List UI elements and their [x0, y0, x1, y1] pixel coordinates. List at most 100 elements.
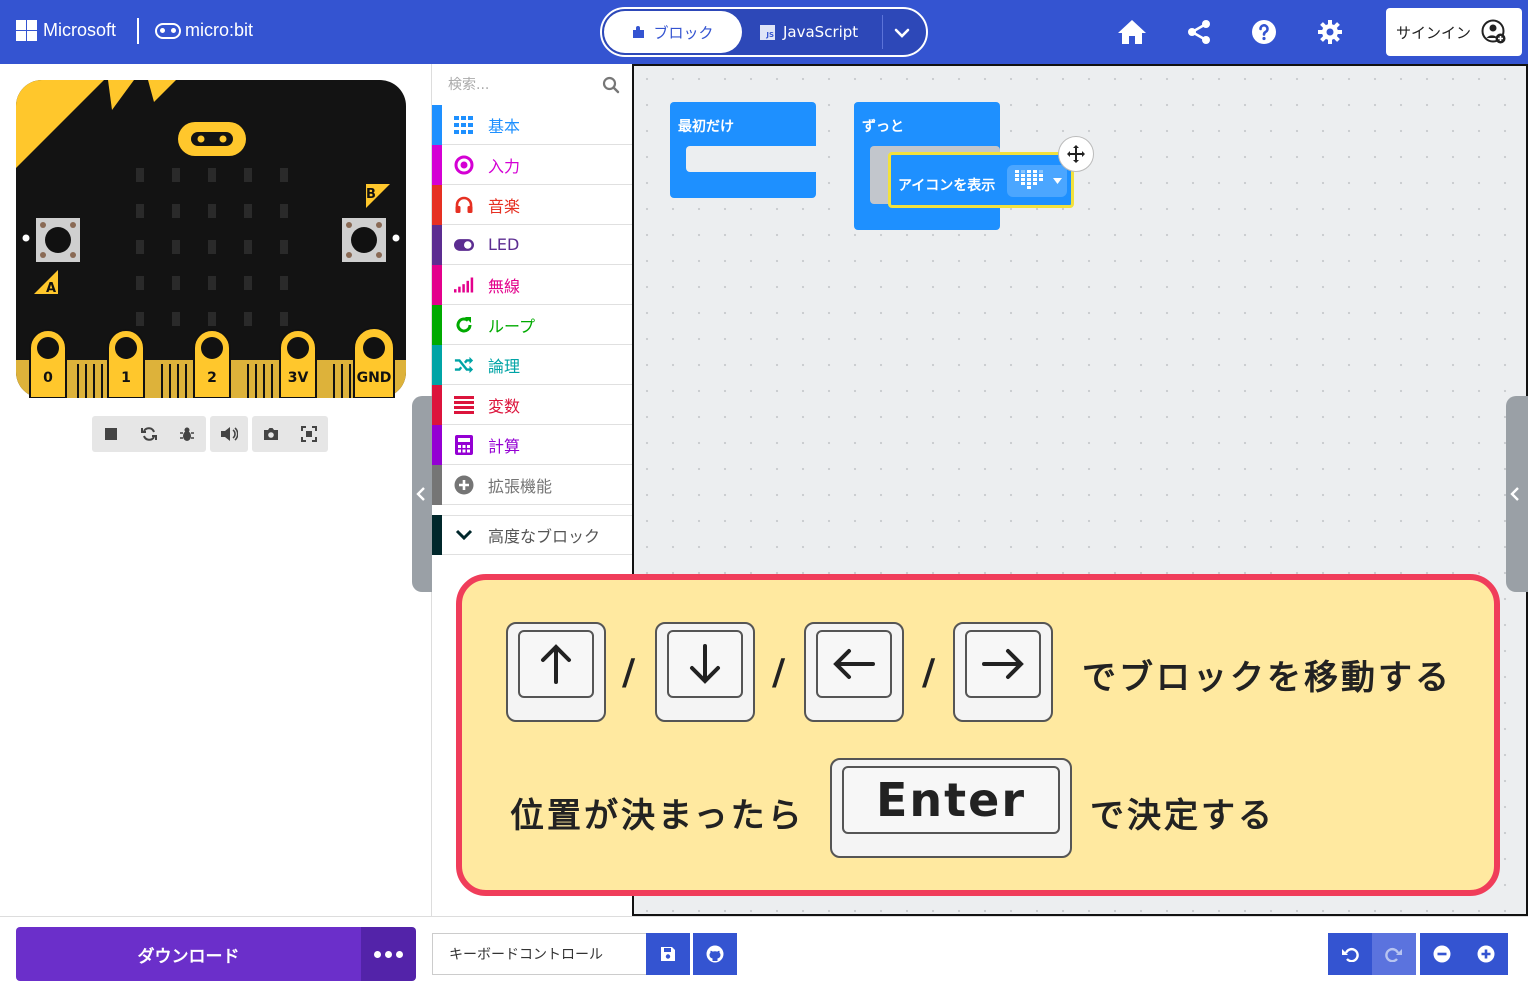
grid-icon — [454, 115, 474, 135]
microsoft-logo[interactable]: Microsoft — [16, 20, 116, 41]
category-music-label: 音楽 — [488, 196, 521, 216]
more-dot-icon — [396, 950, 403, 958]
microbit-label: micro:bit — [185, 20, 254, 40]
share-icon[interactable] — [1183, 16, 1215, 48]
collapse-workspace-handle[interactable] — [1506, 396, 1528, 592]
zoom-out-button[interactable] — [1420, 933, 1464, 975]
chevron-left-icon — [1510, 487, 1519, 501]
category-color-bar — [432, 264, 442, 305]
arrow-left-icon — [833, 649, 875, 679]
stop-button[interactable] — [92, 416, 130, 452]
simulator-controls — [92, 416, 328, 452]
category-color-bar — [432, 515, 442, 555]
move-icon — [1067, 145, 1085, 163]
help-icon[interactable] — [1248, 16, 1280, 48]
category-math-label: 計算 — [488, 436, 521, 456]
category-led-label: LED — [488, 235, 520, 254]
chevron-left-icon — [416, 487, 425, 501]
puzzle-icon — [633, 26, 645, 38]
chevron-down-icon[interactable] — [890, 21, 914, 45]
undo-redo-group — [1328, 933, 1416, 975]
pin-gnd-label: GND — [357, 370, 392, 386]
fullscreen-button[interactable] — [290, 416, 328, 452]
move-instruction-text: でブロックを移動する — [1082, 658, 1452, 698]
dropdown-arrow-icon — [1053, 178, 1062, 184]
category-color-bar — [432, 104, 442, 145]
microsoft-label: Microsoft — [43, 20, 117, 40]
category-loops[interactable]: ループ — [432, 304, 632, 345]
shuffle-icon — [454, 355, 474, 375]
sim-run-group — [92, 416, 206, 452]
category-math[interactable]: 計算 — [432, 424, 632, 465]
move-handle[interactable] — [1058, 136, 1094, 172]
category-basic[interactable]: 基本 — [432, 104, 632, 145]
pin-2-label: 2 — [207, 370, 217, 386]
fullscreen-icon — [301, 426, 317, 442]
microbit-simulator[interactable]: A B 0 1 2 3V GND — [16, 80, 406, 398]
target-icon — [454, 155, 474, 175]
zoom-in-button[interactable] — [1464, 933, 1508, 975]
gear-icon[interactable] — [1314, 16, 1346, 48]
tab-javascript[interactable]: JS JavaScript — [760, 11, 880, 53]
category-basic-label: 基本 — [488, 116, 521, 136]
category-music[interactable]: 音楽 — [432, 184, 632, 225]
stop-icon — [105, 428, 117, 440]
search-icon[interactable] — [602, 76, 620, 94]
on-start-block[interactable]: 最初だけ — [670, 102, 816, 198]
collapse-simulator-handle[interactable] — [412, 396, 432, 592]
category-color-bar — [432, 384, 442, 425]
download-more-button[interactable] — [361, 927, 416, 981]
category-led[interactable]: LED — [432, 224, 632, 265]
zoom-group — [1420, 933, 1508, 975]
tab-blocks-label: ブロック — [653, 23, 714, 42]
category-extensions[interactable]: 拡張機能 — [432, 464, 632, 505]
simulator-panel: A B 0 1 2 3V GND — [0, 64, 432, 916]
category-logic[interactable]: 論理 — [432, 344, 632, 385]
debug-button[interactable] — [168, 416, 206, 452]
category-extensions-label: 拡張機能 — [488, 476, 553, 496]
on-start-label: 最初だけ — [678, 119, 734, 135]
download-button[interactable]: ダウンロード — [16, 927, 361, 981]
key-right-face — [965, 630, 1041, 698]
tab-blocks[interactable]: ブロック — [604, 11, 742, 53]
redo-button[interactable] — [1372, 933, 1416, 975]
editor-toggle: ブロック JS JavaScript — [600, 7, 928, 57]
category-input-label: 入力 — [488, 156, 521, 176]
save-button[interactable] — [646, 933, 690, 975]
microbit-logo[interactable]: micro:bit — [155, 20, 253, 41]
category-color-bar — [432, 344, 442, 385]
chevron-down-icon — [454, 525, 474, 545]
keyboard-instruction-overlay: / / / でブロックを移動する 位置が決まったら Enter で決定する — [456, 574, 1500, 896]
restart-button[interactable] — [130, 416, 168, 452]
plus-circle-icon — [454, 475, 474, 495]
undo-button[interactable] — [1328, 933, 1372, 975]
screenshot-button[interactable] — [252, 416, 290, 452]
mute-button[interactable] — [210, 416, 248, 452]
toolbox-search[interactable]: 検索... — [432, 64, 632, 104]
search-input[interactable]: 検索... — [448, 74, 489, 94]
slash-separator: / — [772, 652, 786, 693]
project-name-input[interactable]: キーボードコントロール — [432, 933, 646, 975]
category-loops-label: ループ — [488, 316, 536, 336]
category-advanced[interactable]: 高度なブロック — [432, 515, 632, 555]
microsoft-grid-icon — [16, 20, 37, 41]
category-color-bar — [432, 224, 442, 265]
home-icon[interactable] — [1116, 16, 1148, 48]
redo-icon — [1385, 947, 1402, 962]
speaker-icon — [221, 427, 238, 441]
category-variables-label: 変数 — [488, 396, 521, 416]
github-button[interactable] — [693, 933, 737, 975]
key-left — [804, 622, 904, 722]
slash-separator: / — [622, 652, 636, 693]
show-icon-block[interactable]: アイコンを表示 — [888, 152, 1074, 208]
calculator-icon — [454, 434, 474, 455]
signin-button[interactable]: サインイン — [1386, 8, 1522, 56]
category-input[interactable]: 入力 — [432, 144, 632, 185]
sim-mute-group — [210, 416, 248, 452]
category-color-bar — [432, 304, 442, 345]
arrow-down-icon — [690, 644, 720, 684]
category-variables[interactable]: 変数 — [432, 384, 632, 425]
headphones-icon — [454, 195, 474, 215]
category-radio[interactable]: 無線 — [432, 264, 632, 305]
icon-dropdown[interactable] — [1007, 165, 1067, 197]
